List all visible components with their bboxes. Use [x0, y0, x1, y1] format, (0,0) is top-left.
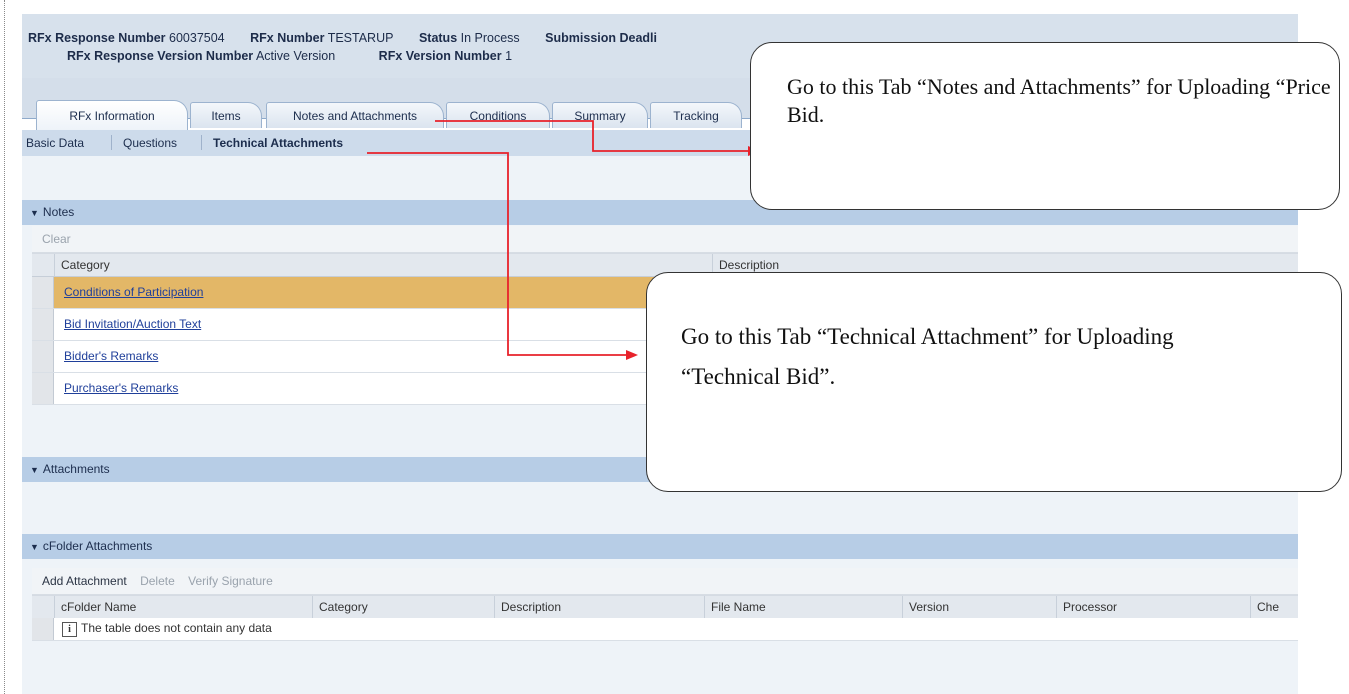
- empty-message-text: The table does not contain any data: [81, 621, 272, 635]
- technical-tab-callout-line1: Go to this Tab “Technical Attachment” fo…: [681, 324, 1174, 349]
- notes-tab-callout: Go to this Tab “Notes and Attachments” f…: [750, 42, 1340, 210]
- technical-tab-callout-line2: “Technical Bid”.: [681, 364, 836, 389]
- submission-deadline-label: Submission Deadli: [545, 31, 658, 45]
- tab-conditions[interactable]: Conditions: [446, 102, 550, 128]
- column-file-name: File Name: [704, 596, 902, 618]
- column-category: Category: [312, 596, 494, 618]
- rfx-version-value: 1: [505, 49, 513, 63]
- tab-tracking[interactable]: Tracking: [650, 102, 742, 128]
- response-version-value: Active Version: [255, 49, 336, 63]
- tab-rfx-information[interactable]: RFx Information: [36, 100, 188, 130]
- rfx-response-number-value: 60037504: [169, 31, 225, 45]
- select-all-column: [32, 254, 54, 276]
- tab-summary[interactable]: Summary: [552, 102, 648, 128]
- tab-items[interactable]: Items: [190, 102, 262, 128]
- row-selector[interactable]: [32, 277, 54, 308]
- tab-notes-and-attachments[interactable]: Notes and Attachments: [266, 102, 444, 128]
- header-row-1: RFx Response Number 60037504 RFx Number …: [28, 31, 657, 45]
- category-link[interactable]: Conditions of Participation: [64, 285, 203, 299]
- delete-button[interactable]: Delete: [140, 574, 175, 588]
- response-version-label: RFx Response Version Number: [67, 49, 254, 63]
- notes-toolbar: Clear: [32, 226, 1298, 253]
- column-processor: Processor: [1056, 596, 1250, 618]
- technical-tab-callout: Go to this Tab “Technical Attachment” fo…: [646, 272, 1342, 492]
- rfx-version-label: RFx Version Number: [378, 49, 502, 63]
- subnav-technical-attachments[interactable]: Technical Attachments: [213, 136, 343, 150]
- subnav-questions[interactable]: Questions: [123, 136, 177, 150]
- column-checked: Che: [1250, 596, 1298, 618]
- row-selector: [32, 618, 54, 640]
- collapse-triangle-icon: ▼: [30, 208, 39, 218]
- add-attachment-button[interactable]: Add Attachment: [42, 574, 127, 588]
- empty-message: i The table does not contain any data: [62, 621, 272, 637]
- row-selector[interactable]: [32, 341, 54, 372]
- select-all-column: [32, 596, 54, 618]
- row-selector[interactable]: [32, 309, 54, 340]
- notes-tab-callout-text: Go to this Tab “Notes and Attachments” f…: [787, 74, 1331, 127]
- column-cfolder-name: cFolder Name: [54, 596, 312, 618]
- subnav-separator: [201, 135, 202, 150]
- rfx-response-number-label: RFx Response Number: [28, 31, 166, 45]
- collapse-triangle-icon: ▼: [30, 542, 39, 552]
- category-link[interactable]: Purchaser's Remarks: [64, 381, 178, 395]
- category-link[interactable]: Bidder's Remarks: [64, 349, 158, 363]
- cfolder-table-header: cFolder Name Category Description File N…: [32, 595, 1298, 619]
- notes-section-title: Notes: [42, 205, 75, 219]
- rfx-number-value: TESTARUP: [327, 31, 394, 45]
- subnav-basic-data[interactable]: Basic Data: [26, 136, 84, 150]
- verify-signature-button[interactable]: Verify Signature: [188, 574, 273, 588]
- status-value: In Process: [460, 31, 520, 45]
- header-row-2: RFx Response Version Number Active Versi…: [67, 49, 534, 63]
- column-description: Description: [494, 596, 704, 618]
- cfolder-section-header[interactable]: ▼ cFolder Attachments: [22, 534, 1298, 559]
- page-margin-line: [4, 0, 5, 694]
- column-version: Version: [902, 596, 1056, 618]
- row-selector[interactable]: [32, 373, 54, 404]
- cfolder-section-title: cFolder Attachments: [42, 539, 153, 553]
- info-icon: i: [62, 622, 77, 637]
- clear-button[interactable]: Clear: [42, 232, 71, 246]
- attachments-section-title: Attachments: [42, 462, 110, 476]
- cfolder-toolbar: Add Attachment Delete Verify Signature: [32, 568, 1298, 595]
- category-link[interactable]: Bid Invitation/Auction Text: [64, 317, 201, 331]
- subnav-separator: [111, 135, 112, 150]
- status-label: Status: [418, 31, 458, 45]
- rfx-number-label: RFx Number: [250, 31, 325, 45]
- collapse-triangle-icon: ▼: [30, 465, 39, 475]
- column-category: Category: [54, 254, 712, 276]
- empty-table-row: i The table does not contain any data: [32, 618, 1298, 641]
